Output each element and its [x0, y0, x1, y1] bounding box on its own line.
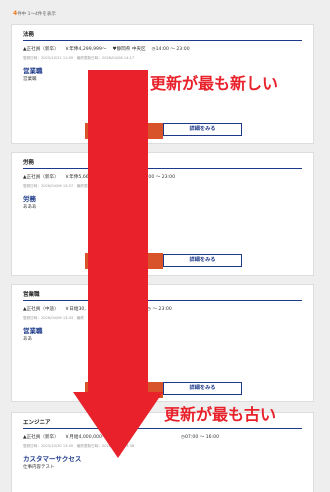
arrow-shape	[73, 70, 163, 458]
annotation-oldest: 更新が最も古い	[164, 405, 277, 424]
annotation-newest: 更新が最も新しい	[150, 74, 279, 93]
